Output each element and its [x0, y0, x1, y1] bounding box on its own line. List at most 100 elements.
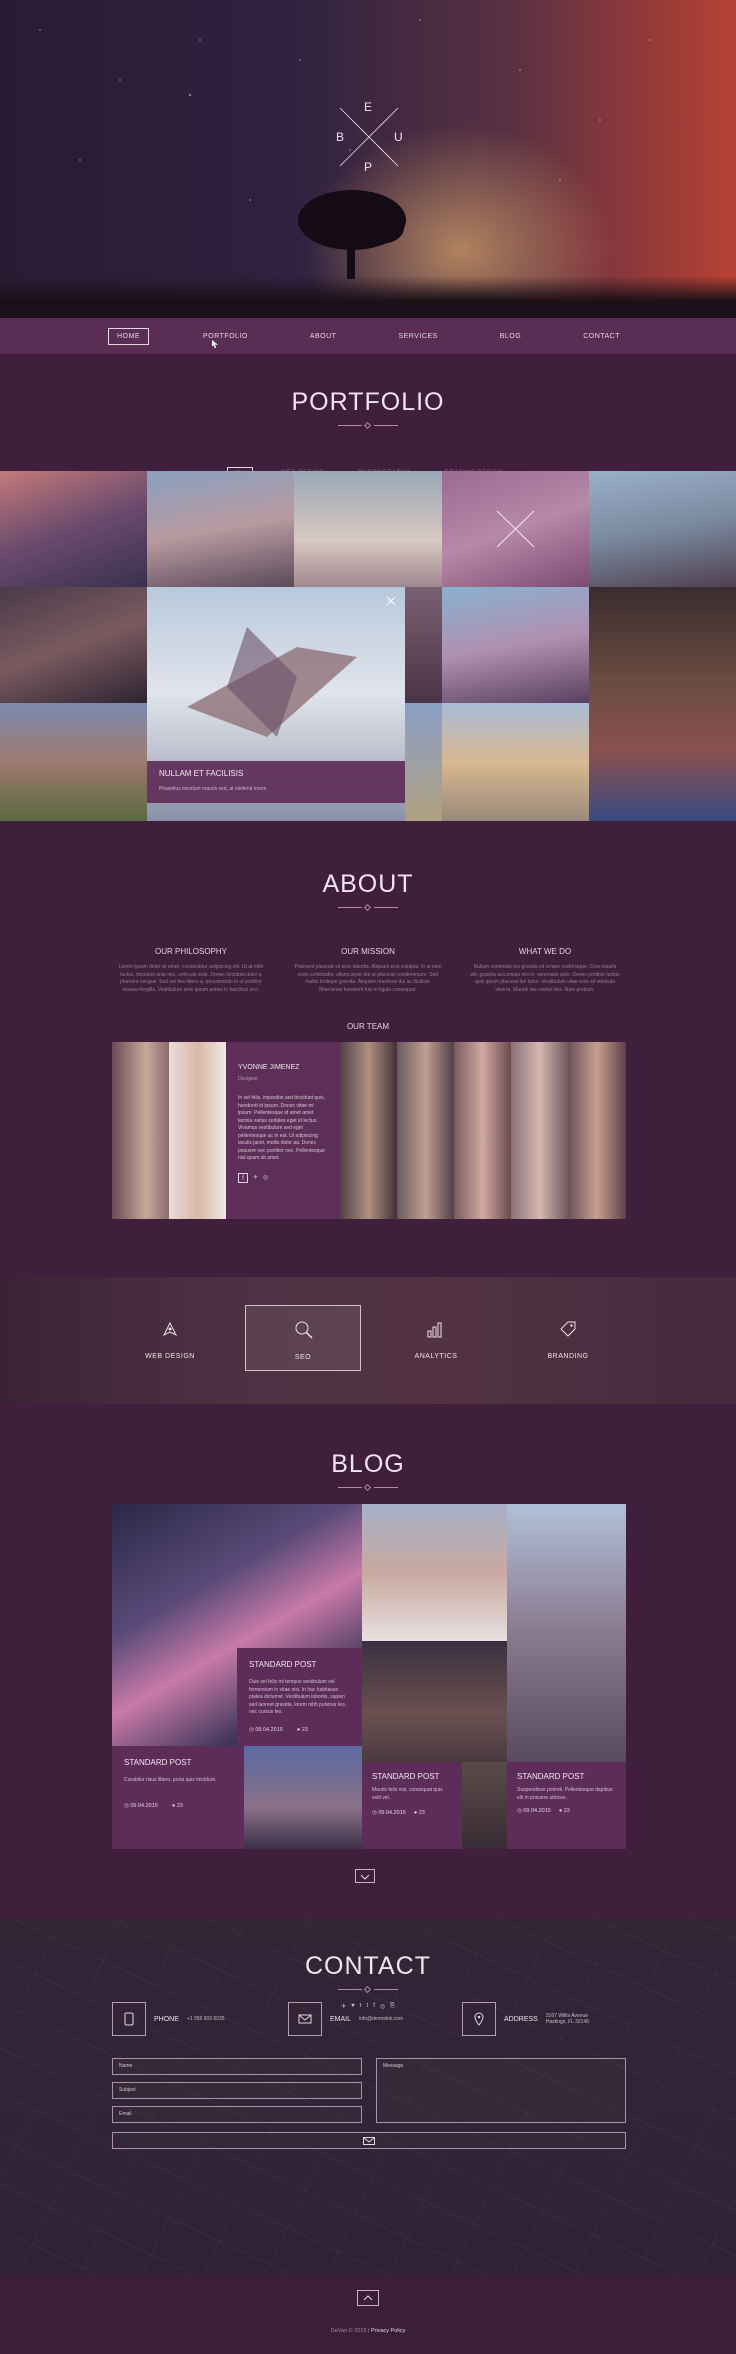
services-section: WEB DESIGN SEO ANALYTICS BRANDING	[0, 1277, 736, 1404]
post-excerpt: Curabitur risus libero, porta quis tinci…	[124, 1777, 217, 1783]
blog-post-image[interactable]	[362, 1504, 507, 1641]
team-member-photo[interactable]	[340, 1042, 397, 1219]
nav-contact[interactable]: CONTACT	[575, 329, 628, 344]
team-member-photo[interactable]	[112, 1042, 169, 1219]
send-button[interactable]	[112, 2132, 626, 2149]
blog-post-image[interactable]	[507, 1504, 626, 1762]
clock-icon: ◷ 09.04.2015	[249, 1726, 283, 1733]
comment-icon: ● 23	[171, 1802, 183, 1809]
portfolio-item-hover[interactable]	[442, 471, 589, 587]
featured-caption: NULLAM ET FACILISIS Phasellus tincidunt …	[147, 761, 405, 803]
tag-icon	[560, 1321, 576, 1337]
post-title: STANDARD POST	[517, 1772, 585, 1781]
nav-services[interactable]: SERVICES	[390, 329, 445, 344]
pinterest-icon[interactable]: ◎	[263, 1173, 268, 1183]
scroll-down-button[interactable]	[355, 1869, 375, 1883]
featured-subtitle: Phasellus tincidunt mauris sed, at eleif…	[159, 786, 267, 792]
team-strip: YVONNE JIMENEZ Designer In vel felis, im…	[112, 1042, 626, 1219]
nav-home[interactable]: HOME	[108, 327, 149, 345]
team-member-photo[interactable]	[568, 1042, 626, 1219]
portfolio-item[interactable]	[589, 471, 736, 587]
message-textarea[interactable]: Message	[376, 2058, 626, 2123]
chevron-down-icon	[360, 1874, 370, 1880]
title-divider	[338, 421, 398, 430]
team-member-photo-active[interactable]	[169, 1042, 226, 1219]
title-divider	[338, 1985, 398, 1994]
service-seo[interactable]: SEO	[245, 1305, 361, 1371]
portfolio-section: PORTFOLIO ALL WEB DESIGN PHOTOGRAPHY GRA…	[0, 354, 736, 832]
subject-input[interactable]: Subject	[112, 2082, 362, 2099]
portfolio-item[interactable]	[294, 471, 442, 587]
comment-icon: ● 23	[413, 1810, 425, 1816]
about-column-what-we-do: WHAT WE DO Nullam venenatis leo gravida …	[470, 947, 620, 994]
address-label: ADDRESS	[504, 2015, 538, 2023]
phone-icon	[112, 2002, 146, 2036]
portfolio-item[interactable]	[442, 703, 589, 821]
portfolio-item[interactable]	[442, 587, 589, 703]
featured-title: NULLAM ET FACILISIS	[159, 769, 244, 778]
blog-post-image[interactable]	[462, 1762, 507, 1849]
nav-about[interactable]: ABOUT	[302, 329, 345, 344]
portfolio-item[interactable]	[589, 587, 736, 821]
about-column-mission: OUR MISSION Praesent placerat sit eros l…	[293, 947, 443, 994]
portfolio-item[interactable]	[405, 703, 442, 821]
nav-portfolio[interactable]: PORTFOLIO	[195, 329, 256, 344]
team-member-photo[interactable]	[511, 1042, 568, 1219]
twitter-icon[interactable]: ✈	[253, 1173, 258, 1183]
nav-blog[interactable]: BLOG	[492, 329, 529, 344]
blog-section: BLOG STANDARD POST Duis vel felis mi tem…	[0, 1404, 736, 1918]
service-branding[interactable]: BRANDING	[510, 1305, 626, 1371]
title-divider	[338, 1483, 398, 1492]
privacy-policy-link[interactable]: Privacy Policy	[371, 2328, 405, 2334]
blog-post-card[interactable]: STANDARD POST Mauris felis nisi, consequ…	[362, 1762, 462, 1849]
team-member-bio: YVONNE JIMENEZ Designer In vel felis, im…	[226, 1042, 340, 1219]
post-title: STANDARD POST	[249, 1660, 317, 1669]
blog-post-card[interactable]: STANDARD POST Suspendisse potenti. Pelle…	[507, 1762, 626, 1849]
clock-icon: ◷ 09.04.2015	[517, 1808, 551, 1814]
portfolio-item[interactable]	[147, 471, 294, 587]
copyright: DeVan © 2015 | Privacy Policy	[0, 2328, 736, 2334]
column-text: Lorem ipsum dolor sit amet, consectetur …	[118, 964, 264, 993]
bar-chart-icon	[427, 1322, 442, 1338]
service-label: ANALYTICS	[414, 1353, 458, 1360]
portfolio-item[interactable]	[0, 703, 147, 821]
envelope-icon	[288, 2002, 322, 2036]
post-title: STANDARD POST	[124, 1758, 192, 1767]
portfolio-item[interactable]	[0, 471, 147, 587]
portfolio-grid: NULLAM ET FACILISIS Phasellus tincidunt …	[0, 471, 736, 821]
service-label: WEB DESIGN	[145, 1353, 195, 1360]
post-excerpt: Mauris felis nisi, consequat quis velit …	[372, 1787, 443, 1801]
blog-post-card[interactable]: STANDARD POST Curabitur risus libero, po…	[112, 1746, 244, 1849]
email-label: EMAIL	[330, 2015, 352, 2023]
about-title: ABOUT	[322, 870, 414, 898]
portfolio-title: PORTFOLIO	[291, 388, 445, 416]
service-label: SEO	[294, 1354, 312, 1361]
team-member-photo[interactable]	[397, 1042, 454, 1219]
search-icon	[295, 1321, 313, 1339]
blog-post-image[interactable]	[362, 1641, 507, 1762]
blog-post-card[interactable]: STANDARD POST Duis vel felis mi tempus v…	[237, 1648, 362, 1746]
clock-icon: ◷ 09.04.2015	[372, 1810, 406, 1816]
service-web-design[interactable]: WEB DESIGN	[112, 1305, 228, 1371]
contact-email: EMAIL info@demolink.com	[288, 2002, 458, 2036]
column-text: Nullam venenatis leo gravida sit ornare …	[470, 964, 620, 993]
back-to-top-button[interactable]	[357, 2290, 379, 2306]
service-analytics[interactable]: ANALYTICS	[378, 1305, 494, 1371]
site-logo[interactable]: E B U P	[328, 96, 410, 178]
facebook-icon[interactable]: f	[238, 1172, 248, 1183]
comment-icon: ● 23	[558, 1808, 570, 1814]
post-comments: 23	[301, 1726, 308, 1733]
member-name: YVONNE JIMENEZ	[238, 1064, 300, 1071]
email-input[interactable]: Email	[112, 2106, 362, 2123]
portfolio-item[interactable]	[405, 587, 442, 703]
logo-letter-top: E	[364, 100, 373, 114]
post-date: 09.04.2015	[255, 1726, 283, 1733]
name-input[interactable]: Name	[112, 2058, 362, 2075]
pen-nib-icon	[162, 1321, 178, 1337]
team-member-photo[interactable]	[454, 1042, 511, 1219]
portfolio-featured-item[interactable]: NULLAM ET FACILISIS Phasellus tincidunt …	[147, 587, 405, 821]
logo-letter-left: B	[336, 130, 345, 144]
post-comments: 23	[176, 1802, 183, 1809]
contact-section: CONTACT ✈ ♥ 𝔱 t f ◎ ⎘ PHONE +1 959 603 6…	[0, 1918, 736, 2274]
portfolio-item[interactable]	[0, 587, 147, 703]
